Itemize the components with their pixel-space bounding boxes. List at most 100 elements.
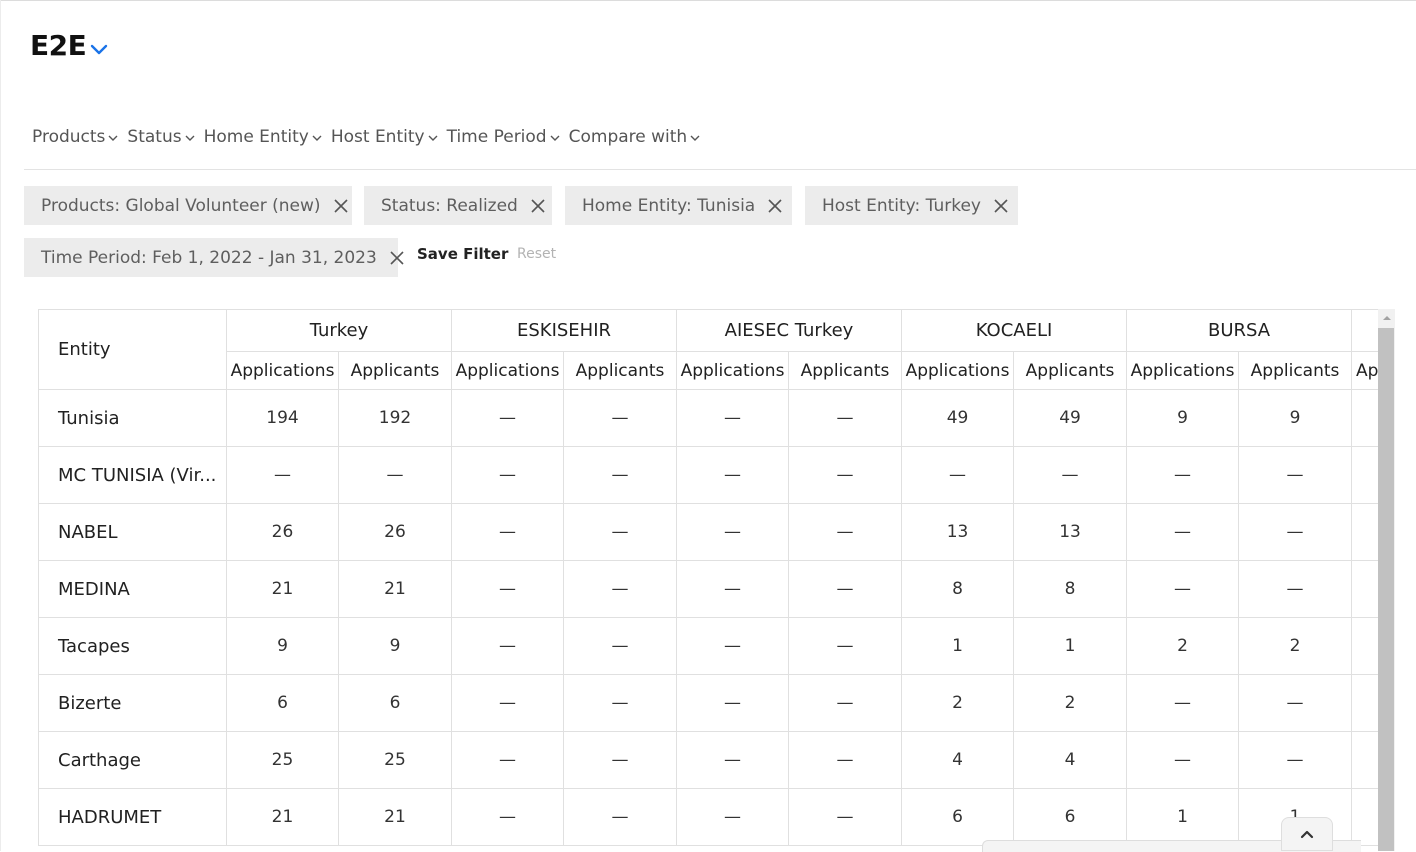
filter-chip-status: Status: Realized (364, 186, 552, 225)
table-cell: — (563, 617, 677, 675)
table-cell: — (676, 446, 789, 504)
chevron-down-icon (690, 135, 700, 141)
table-cell: — (563, 389, 677, 447)
filter-chip-home-entity: Home Entity: Tunisia (565, 186, 792, 225)
app-switcher[interactable]: E2E (30, 29, 108, 62)
filter-menu-compare-with[interactable]: Compare with (569, 127, 701, 147)
close-icon[interactable] (530, 197, 546, 215)
filter-menu-label: Products (32, 127, 106, 147)
filter-chip-label: Host Entity: Turkey (822, 195, 981, 216)
table-cell: — (451, 389, 564, 447)
table-cell: — (1238, 674, 1353, 732)
scroll-up-arrow-icon[interactable] (1378, 309, 1395, 327)
filter-menu-home-entity[interactable]: Home Entity (204, 127, 322, 147)
table-cell: — (901, 446, 1015, 504)
table-cell: 26 (338, 503, 452, 561)
filter-menu-time-period[interactable]: Time Period (447, 127, 560, 147)
table-cell: — (1126, 674, 1240, 732)
table-cell: 21 (226, 788, 339, 846)
filter-chip-label: Time Period: Feb 1, 2022 - Jan 31, 2023 (41, 247, 377, 268)
save-filter-button[interactable]: Save Filter (417, 245, 508, 263)
filter-menu-label: Status (127, 127, 182, 147)
table-cell: 25 (226, 731, 339, 789)
left-border (0, 0, 1, 851)
filter-menu-label: Time Period (446, 127, 547, 147)
table-cell: — (1126, 446, 1240, 504)
back-to-top-button[interactable] (1281, 817, 1333, 851)
entity-name[interactable]: Carthage (38, 731, 227, 789)
table-cell: — (787, 446, 903, 504)
table-cell (1351, 389, 1378, 447)
table-cell: 2 (901, 674, 1015, 732)
group-header: KOCAELI (901, 309, 1128, 352)
data-table-container[interactable]: Entity Turkey ESKISEHIR AIESEC Turkey KO… (38, 309, 1378, 851)
scrollbar-thumb[interactable] (1378, 328, 1394, 851)
group-header (1351, 309, 1378, 352)
chevron-down-icon (108, 135, 118, 141)
filter-menu-label: Compare with (568, 127, 688, 147)
app-title: E2E (30, 29, 87, 62)
data-table: Entity Turkey ESKISEHIR AIESEC Turkey KO… (38, 309, 1378, 846)
table-cell: — (563, 446, 677, 504)
column-header: Applications (901, 351, 1015, 390)
table-cell: 9 (338, 617, 452, 675)
chevron-down-icon (185, 135, 195, 141)
entity-name[interactable]: MC TUNISIA (Vir... (38, 446, 227, 504)
table-cell: 1 (901, 617, 1015, 675)
table-cell: 6 (901, 788, 1015, 846)
close-icon[interactable] (993, 197, 1009, 215)
reset-button[interactable]: Reset (517, 246, 556, 262)
close-icon[interactable] (389, 249, 405, 267)
filter-chip-host-entity: Host Entity: Turkey (805, 186, 1018, 225)
table-cell: — (676, 389, 789, 447)
chevron-down-icon (550, 135, 560, 141)
table-cell: — (1238, 503, 1353, 561)
table-cell: — (787, 389, 903, 447)
table-cell: — (338, 446, 452, 504)
column-header: Applicants (338, 351, 452, 390)
table-cell: — (787, 674, 903, 732)
entity-name[interactable]: Bizerte (38, 674, 227, 732)
close-icon[interactable] (767, 197, 783, 215)
table-cell: — (451, 788, 564, 846)
table-cell: 13 (901, 503, 1015, 561)
entity-name[interactable]: Tunisia (38, 389, 227, 447)
entity-name[interactable]: MEDINA (38, 560, 227, 618)
table-cell: 21 (338, 560, 452, 618)
table-cell: — (787, 731, 903, 789)
table-cell: — (787, 560, 903, 618)
entity-name[interactable]: HADRUMET (38, 788, 227, 846)
table-cell: 6 (1013, 788, 1128, 846)
table-cell: — (676, 617, 789, 675)
table-cell: 9 (1126, 389, 1240, 447)
entity-name[interactable]: NABEL (38, 503, 227, 561)
filter-menu-host-entity[interactable]: Host Entity (331, 127, 438, 147)
table-row: MC TUNISIA (Vir... — — — — — — — — — — (38, 446, 1378, 504)
filter-menu-products[interactable]: Products (32, 127, 118, 147)
table-cell: 2 (1126, 617, 1240, 675)
table-cell: 49 (901, 389, 1015, 447)
table-cell: — (676, 731, 789, 789)
filter-menu-status[interactable]: Status (127, 127, 195, 147)
table-cell: — (1013, 446, 1128, 504)
table-cell: — (563, 503, 677, 561)
close-icon[interactable] (333, 197, 349, 215)
filter-chip-label: Home Entity: Tunisia (582, 195, 756, 216)
table-cell (1351, 560, 1378, 618)
table-cell: 21 (338, 788, 452, 846)
table-cell: 6 (226, 674, 339, 732)
table-cell: 6 (338, 674, 452, 732)
table-cell: — (451, 503, 564, 561)
entity-name[interactable]: Tacapes (38, 617, 227, 675)
table-cell: — (1238, 560, 1353, 618)
filter-chip-products: Products: Global Volunteer (new) (24, 186, 352, 225)
table-row: Tunisia 194 192— — — —49 49 9 9 (38, 389, 1378, 447)
vertical-scrollbar[interactable] (1378, 309, 1395, 851)
table-cell: — (1238, 446, 1353, 504)
table-cell: 49 (1013, 389, 1128, 447)
table-cell (1351, 503, 1378, 561)
top-border (0, 0, 1416, 1)
group-header: ESKISEHIR (451, 309, 677, 352)
table-cell: — (787, 788, 903, 846)
table-cell: — (451, 446, 564, 504)
